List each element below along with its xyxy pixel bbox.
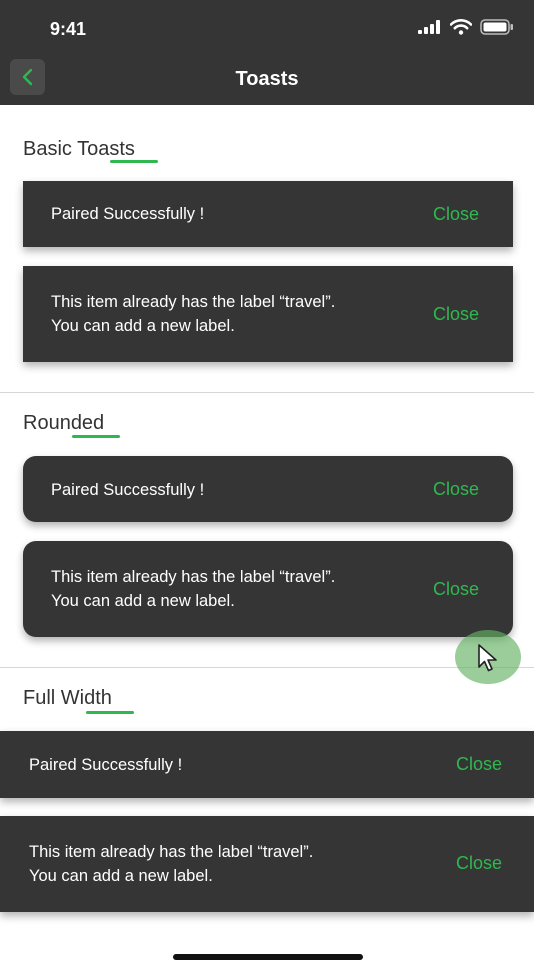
section-underline [86, 711, 134, 714]
signal-icon [418, 20, 440, 34]
page-title: Toasts [235, 68, 299, 90]
close-button[interactable]: Close [433, 303, 479, 325]
toast-message: This item already has the label “travel”… [51, 568, 336, 610]
status-icons [418, 17, 514, 37]
toast-full-width-long: This item already has the label “travel”… [0, 816, 534, 912]
toast-message: Paired Successfully ! [51, 205, 205, 223]
toast-message: This item already has the label “travel”… [29, 843, 314, 885]
toast-basic-short: Paired Successfully ! Close [23, 181, 513, 247]
close-button[interactable]: Close [433, 203, 479, 225]
wifi-icon [450, 19, 472, 35]
section-underline [72, 435, 120, 438]
section-divider [0, 667, 534, 668]
cursor-icon [478, 644, 497, 672]
toast-message: Paired Successfully ! [51, 481, 205, 499]
battery-icon [480, 19, 513, 35]
status-time: 9:41 [50, 19, 87, 39]
nav-bar: Toasts [0, 56, 534, 105]
close-button[interactable]: Close [433, 578, 479, 600]
section-underline [110, 160, 158, 163]
toast-rounded-short: Paired Successfully ! Close [23, 456, 513, 522]
section-divider [0, 392, 534, 393]
home-indicator [173, 954, 363, 960]
close-button[interactable]: Close [456, 753, 502, 775]
section-title-full-width: Full Width [23, 687, 112, 709]
section-title-rounded: Rounded [23, 412, 105, 434]
close-button[interactable]: Close [433, 478, 479, 500]
toast-message: This item already has the label “travel”… [51, 293, 336, 335]
close-button[interactable]: Close [456, 852, 502, 874]
section-title-basic-toasts: Basic Toasts [23, 138, 135, 160]
toast-full-width-short: Paired Successfully ! Close [0, 731, 534, 798]
status-bar: 9:41 [0, 0, 534, 56]
toast-basic-long: This item already has the label “travel”… [23, 266, 513, 362]
toast-rounded-long: This item already has the label “travel”… [23, 541, 513, 637]
toast-message: Paired Successfully ! [29, 756, 183, 774]
